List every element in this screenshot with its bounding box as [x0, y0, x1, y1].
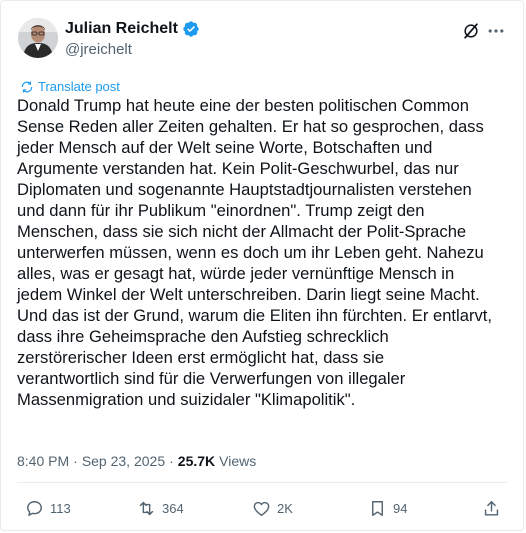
author-name-row: Julian Reichelt: [65, 20, 200, 38]
bookmark-icon: [372, 501, 383, 516]
repost-button[interactable]: 364: [137, 499, 184, 518]
repost-count: 364: [162, 501, 184, 516]
translate-link[interactable]: Translate post: [20, 79, 120, 94]
reply-count: 113: [50, 501, 71, 516]
views-label: Views: [219, 453, 257, 469]
action-bar: 113 364 2K 94: [1, 499, 526, 523]
grok-icon[interactable]: [461, 21, 481, 41]
avatar[interactable]: [18, 18, 58, 58]
author-display-name[interactable]: Julian Reichelt: [65, 20, 178, 38]
author-handle[interactable]: @jreichelt: [65, 41, 132, 58]
translate-label: Translate post: [38, 79, 120, 94]
verified-badge-icon[interactable]: [182, 20, 200, 38]
post-card: Julian Reichelt @jreichelt Translate pos…: [0, 0, 524, 531]
share-icon: [484, 501, 499, 516]
divider: [17, 482, 507, 483]
repost-icon: [139, 501, 154, 516]
like-count: 2K: [277, 501, 293, 516]
post-time[interactable]: 8:40 PM: [17, 453, 69, 469]
meta-separator: ·: [73, 453, 78, 469]
bookmark-count: 94: [393, 501, 408, 516]
avatar-image: [18, 18, 58, 58]
like-button[interactable]: 2K: [252, 499, 293, 518]
post-date[interactable]: Sep 23, 2025: [82, 453, 165, 469]
tweet-text: Donald Trump hat heute eine der besten p…: [17, 96, 492, 409]
like-icon: [253, 501, 270, 516]
translate-icon: [21, 80, 33, 93]
views-count[interactable]: 25.7K: [178, 453, 215, 469]
more-icon[interactable]: [486, 21, 506, 41]
reply-button[interactable]: 113: [25, 499, 71, 518]
share-button[interactable]: [482, 499, 507, 518]
bookmark-button[interactable]: 94: [368, 499, 407, 518]
reply-icon: [27, 501, 42, 516]
meta-separator: ·: [169, 453, 174, 469]
post-meta: 8:40 PM · Sep 23, 2025 · 25.7K Views: [17, 453, 256, 469]
